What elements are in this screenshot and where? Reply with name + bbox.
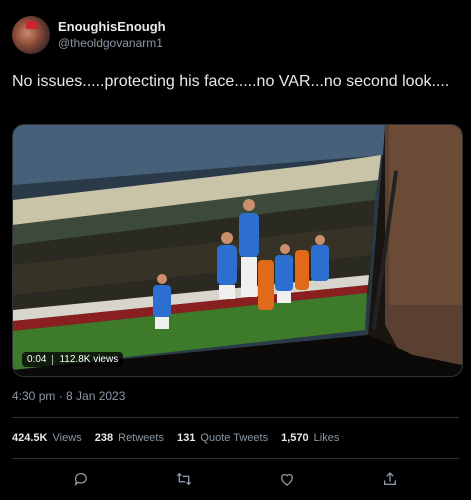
likes-label: Likes	[313, 432, 340, 444]
tweet-header: EnoughisEnough @theoldgovanarm1	[12, 16, 166, 54]
display-name[interactable]: EnoughisEnough	[58, 19, 166, 35]
reply-icon[interactable]	[72, 470, 90, 488]
author-names: EnoughisEnough @theoldgovanarm1	[58, 19, 166, 51]
views-stat[interactable]: 424.5K Views	[12, 432, 82, 444]
video-badge: 0:04 112.8K views	[22, 352, 124, 367]
views-label: Views	[52, 432, 82, 444]
views-count: 424.5K	[12, 432, 48, 444]
likes-count: 1,570	[281, 432, 309, 444]
video-duration: 0:04	[27, 354, 47, 365]
tweet-actions	[0, 470, 471, 488]
video-views: 112.8K views	[59, 354, 119, 365]
retweets-stat[interactable]: 238 Retweets	[95, 432, 164, 444]
badge-separator	[52, 354, 54, 365]
avatar[interactable]	[12, 16, 50, 54]
retweets-label: Retweets	[118, 432, 164, 444]
retweets-count: 238	[94, 432, 114, 444]
quotes-label: Quote Tweets	[200, 432, 269, 444]
tweet-text: No issues.....protecting his face.....no…	[12, 73, 450, 90]
tweet-stats: 424.5K Views 238 Retweets 131 Quote Twee…	[12, 432, 339, 444]
tweet-timestamp[interactable]: 4:30 pm · 8 Jan 2023	[12, 389, 125, 403]
tweet-video[interactable]: 0:04 112.8K views	[12, 124, 463, 377]
likes-stat[interactable]: 1,570 Likes	[281, 432, 339, 444]
retweet-icon[interactable]	[175, 470, 193, 488]
divider	[12, 458, 459, 459]
share-icon[interactable]	[381, 470, 399, 488]
quotes-stat[interactable]: 131 Quote Tweets	[177, 432, 268, 444]
video-frame	[13, 125, 462, 376]
divider	[12, 417, 459, 418]
like-icon[interactable]	[278, 470, 296, 488]
quotes-count: 131	[176, 432, 196, 444]
user-handle[interactable]: @theoldgovanarm1	[58, 35, 166, 51]
